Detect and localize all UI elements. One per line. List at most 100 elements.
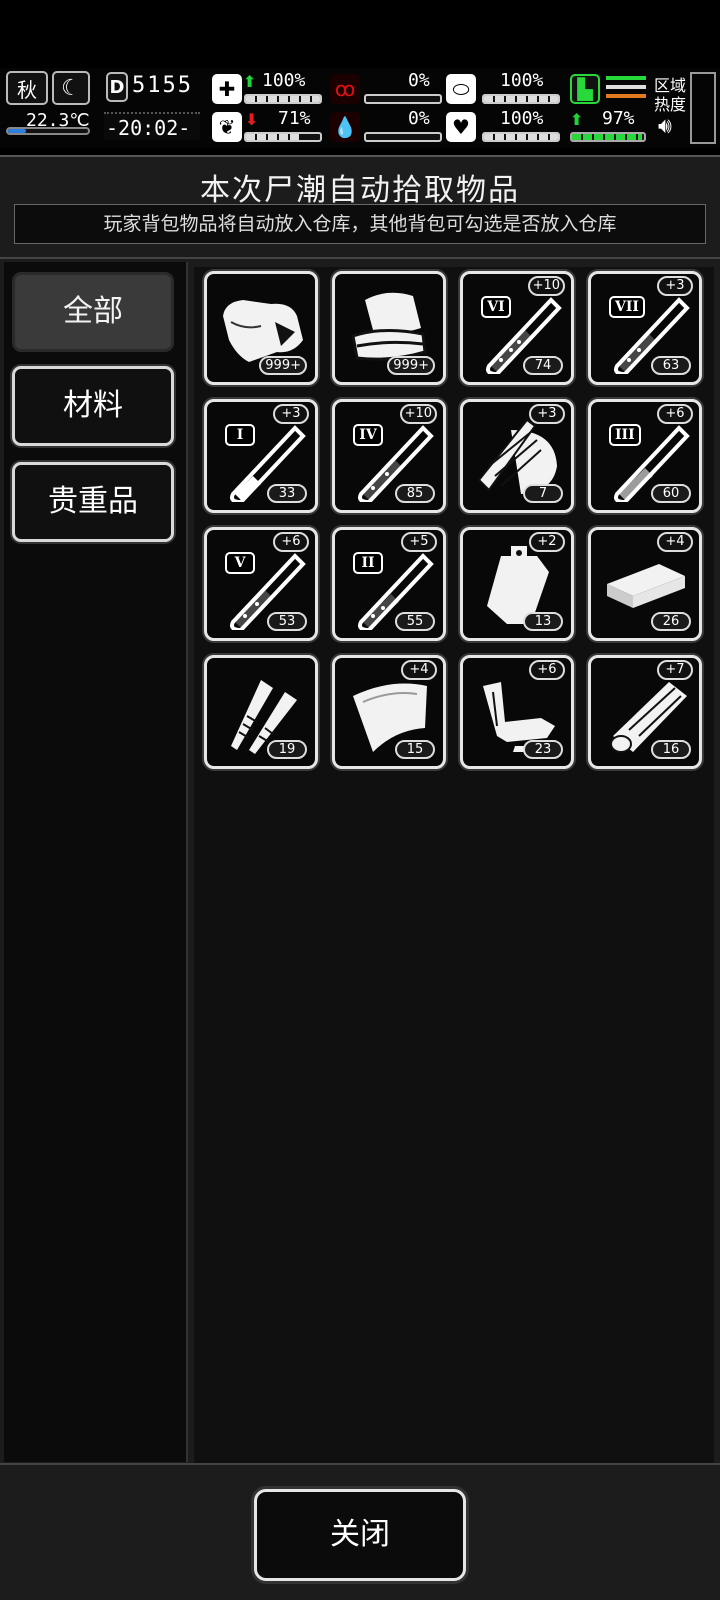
hunger-value: 0% <box>408 70 430 91</box>
heart-value: 100% <box>500 108 544 129</box>
close-button[interactable]: 关闭 <box>254 1489 466 1581</box>
energy-trend-up-icon: ⬆ <box>570 110 584 129</box>
bonus-badge: +2 <box>529 532 565 552</box>
item-slot[interactable]: VII +3 63 <box>588 271 702 385</box>
item-slot[interactable]: 19 <box>204 655 318 769</box>
status-bar: 秋 ☾ 22.3℃ D 5155 -20:02- ✚ ⬆ 100% ❦ ⬇ 71… <box>0 68 720 148</box>
item-count: 33 <box>267 484 307 503</box>
mood-value: 71% <box>278 108 311 129</box>
heart-bar <box>482 132 560 142</box>
season-label: 秋 <box>17 77 37 102</box>
item-slot[interactable]: +7 16 <box>588 655 702 769</box>
thermometer-icon <box>6 127 90 135</box>
dialog-title: 本次尸潮自动拾取物品 <box>200 173 520 208</box>
thirst-value: 0% <box>408 108 430 129</box>
item-slot[interactable]: +2 13 <box>460 527 574 641</box>
bonus-badge: +10 <box>399 404 437 424</box>
item-slot[interactable]: I +3 33 <box>204 399 318 513</box>
health-bar <box>244 94 322 104</box>
clock-display: -20:02- <box>104 112 200 140</box>
bonus-badge: +4 <box>657 532 693 552</box>
item-count: 60 <box>651 484 691 503</box>
item-count: 13 <box>523 612 563 631</box>
day-icon: D <box>106 72 128 102</box>
item-slot[interactable]: +4 26 <box>588 527 702 641</box>
tab-materials[interactable]: 材料 <box>12 366 174 446</box>
blood-drop-icon: 💧 <box>330 112 360 142</box>
trend-up-icon: ⬆ <box>243 72 257 91</box>
bonus-badge: +3 <box>273 404 309 424</box>
item-slot[interactable]: +4 15 <box>332 655 446 769</box>
speaker-icon[interactable]: 🔊︎ <box>658 114 672 139</box>
region-heat-meter <box>690 72 716 144</box>
mood-bar <box>244 132 322 142</box>
lungs-icon: ⬭ <box>446 74 476 104</box>
bonus-badge: +7 <box>657 660 693 680</box>
item-slot[interactable]: V +6 53 <box>204 527 318 641</box>
bonus-badge: +6 <box>273 532 309 552</box>
item-count: 55 <box>395 612 435 631</box>
tab-valuables[interactable]: 贵重品 <box>12 462 174 542</box>
speed-lines-icon <box>606 76 646 104</box>
tier-badge: V <box>225 552 255 574</box>
thirst-bar <box>364 132 442 142</box>
medkit-icon: ✚ <box>212 74 242 104</box>
item-slot[interactable]: +3 7 <box>460 399 574 513</box>
tier-badge: II <box>353 552 383 574</box>
stamina-bar <box>482 94 560 104</box>
item-slot[interactable]: III +6 60 <box>588 399 702 513</box>
health-value: 100% <box>262 70 306 91</box>
item-slot[interactable]: IV +10 85 <box>332 399 446 513</box>
bonus-badge: +6 <box>529 660 565 680</box>
region-heat-text: 区域热度 <box>654 76 687 114</box>
item-slot[interactable]: II +5 55 <box>332 527 446 641</box>
trend-down-icon: ⬇ <box>245 110 259 129</box>
brain-icon: ❦ <box>212 112 242 142</box>
tier-badge: VII <box>609 296 645 318</box>
auto-pickup-dialog: 本次尸潮自动拾取物品 玩家背包物品将自动放入仓库，其他背包可勾选是否放入仓库 全… <box>0 155 720 1600</box>
season-indicator: 秋 <box>6 71 48 105</box>
item-count: 74 <box>523 356 563 375</box>
item-count: 15 <box>395 740 435 759</box>
item-count: 53 <box>267 612 307 631</box>
stomach-icon: ꝏ <box>330 74 360 104</box>
item-count: 999+ <box>387 356 435 375</box>
item-count: 7 <box>523 484 563 503</box>
item-slot[interactable]: 999+ <box>332 271 446 385</box>
item-slot[interactable]: 999+ <box>204 271 318 385</box>
day-counter: 5155 <box>132 73 193 98</box>
divider <box>0 257 720 259</box>
item-count: 85 <box>395 484 435 503</box>
bonus-badge: +3 <box>529 404 565 424</box>
item-count: 63 <box>651 356 691 375</box>
bonus-badge: +10 <box>527 276 565 296</box>
hunger-bar <box>364 94 442 104</box>
boot-icon: ▙ <box>570 74 600 104</box>
item-count: 19 <box>267 740 307 759</box>
item-count: 26 <box>651 612 691 631</box>
tier-badge: III <box>609 424 641 446</box>
region-heat-label[interactable]: 区域热度 <box>654 76 688 114</box>
tab-all[interactable]: 全部 <box>12 272 174 352</box>
bonus-badge: +5 <box>401 532 437 552</box>
heart-icon: ♥ <box>446 112 476 142</box>
item-count: 999+ <box>259 356 307 375</box>
tier-badge: VI <box>481 296 511 318</box>
category-sidebar: 全部 材料 贵重品 <box>4 262 188 1462</box>
tier-badge: IV <box>353 424 383 446</box>
item-count: 16 <box>651 740 691 759</box>
item-slot[interactable]: VI +10 74 <box>460 271 574 385</box>
bonus-badge: +3 <box>657 276 693 296</box>
item-slot[interactable]: +6 23 <box>460 655 574 769</box>
item-count: 23 <box>523 740 563 759</box>
stamina-value: 100% <box>500 70 544 91</box>
moon-icon: ☾ <box>52 71 90 105</box>
bonus-badge: +4 <box>401 660 437 680</box>
energy-value: 97% <box>602 108 635 129</box>
energy-bar <box>570 132 646 142</box>
clock-value: -20:02- <box>106 116 191 140</box>
item-grid: 999+ 999+ VI +10 74 VII +3 63 I +3 33 IV… <box>194 267 714 1467</box>
tier-badge: I <box>225 424 255 446</box>
dialog-footer: 关闭 <box>0 1463 720 1600</box>
dialog-subtitle: 玩家背包物品将自动放入仓库，其他背包可勾选是否放入仓库 <box>14 204 706 244</box>
